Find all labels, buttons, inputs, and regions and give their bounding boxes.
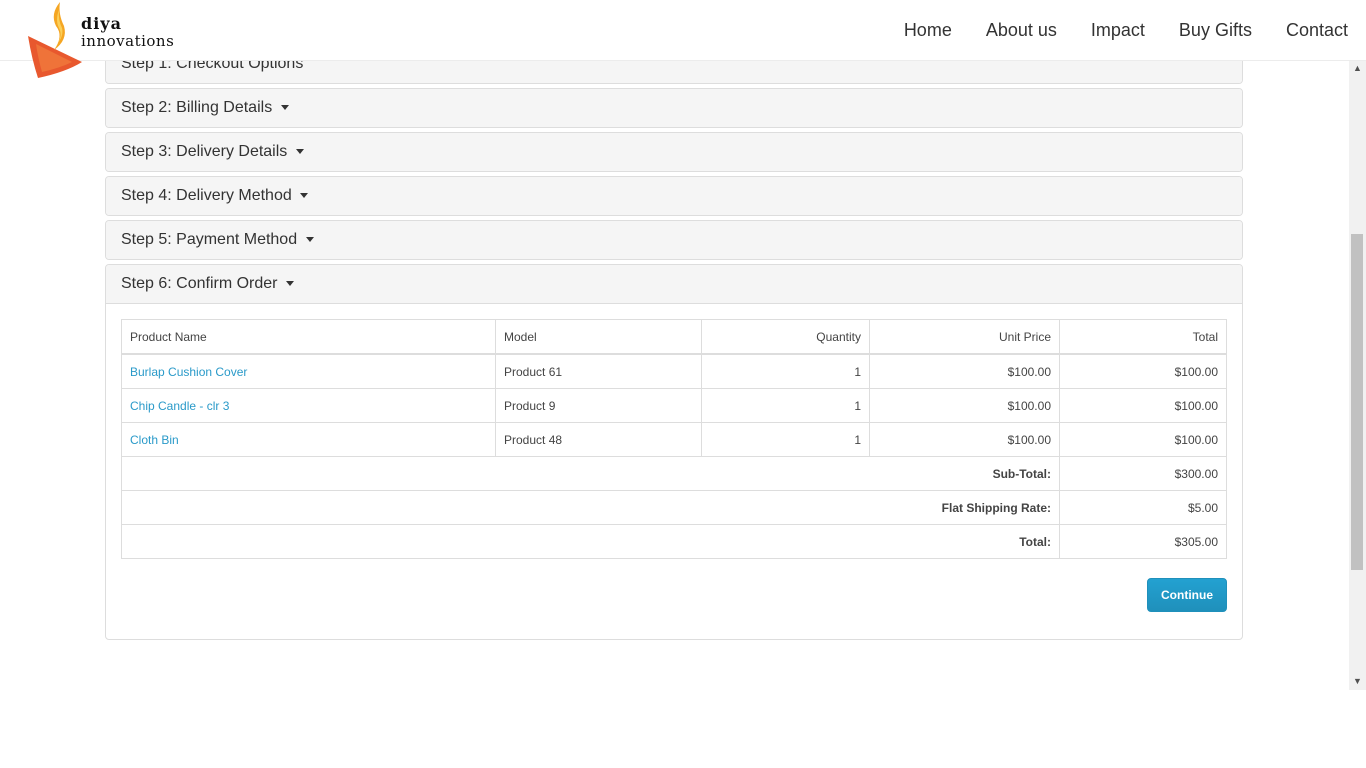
- caret-down-icon: [285, 281, 294, 287]
- nav-impact[interactable]: Impact: [1091, 19, 1145, 41]
- diya-flame-logo-icon: [28, 2, 82, 78]
- nav-contact[interactable]: Contact: [1286, 19, 1348, 41]
- shipping-label: Flat Shipping Rate:: [121, 490, 1060, 525]
- cell-quantity: 1: [701, 353, 870, 389]
- nav-buy-gifts[interactable]: Buy Gifts: [1179, 19, 1252, 41]
- confirm-order-body: Product Name Model Quantity Unit Price T…: [106, 304, 1242, 574]
- col-model: Model: [495, 319, 702, 355]
- brand-name: diya: [81, 14, 122, 33]
- step-4-panel: Step 4: Delivery Method: [105, 176, 1243, 216]
- cell-unit-price: $100.00: [869, 388, 1060, 423]
- main-nav: Home About us Impact Buy Gifts Contact: [870, 19, 1348, 41]
- step-3-heading[interactable]: Step 3: Delivery Details: [106, 133, 1242, 171]
- table-row: Burlap Cushion Cover Product 61 1 $100.0…: [121, 353, 1227, 389]
- step-5-panel: Step 5: Payment Method: [105, 220, 1243, 260]
- cell-total: $100.00: [1059, 388, 1227, 423]
- cell-model: Product 61: [495, 353, 702, 389]
- product-link[interactable]: Burlap Cushion Cover: [130, 365, 247, 379]
- cell-product-name: Cloth Bin: [121, 422, 496, 457]
- cell-model: Product 48: [495, 422, 702, 457]
- caret-down-icon: [305, 237, 314, 243]
- cell-product-name: Burlap Cushion Cover: [121, 353, 496, 389]
- cell-product-name: Chip Candle - clr 3: [121, 388, 496, 423]
- col-total: Total: [1059, 319, 1227, 355]
- cell-unit-price: $100.00: [869, 353, 1060, 389]
- cell-total: $100.00: [1059, 353, 1227, 389]
- total-row: Total: $305.00: [121, 524, 1227, 559]
- step-5-title: Step 5: Payment Method: [121, 231, 298, 248]
- subtotal-value: $300.00: [1059, 456, 1227, 491]
- col-quantity: Quantity: [701, 319, 870, 355]
- step-6-heading[interactable]: Step 6: Confirm Order: [106, 265, 1242, 304]
- col-unit-price: Unit Price: [869, 319, 1060, 355]
- step-2-title: Step 2: Billing Details: [121, 99, 273, 116]
- nav-home[interactable]: Home: [904, 19, 952, 41]
- cell-model: Product 9: [495, 388, 702, 423]
- col-product-name: Product Name: [121, 319, 496, 355]
- table-header-row: Product Name Model Quantity Unit Price T…: [121, 319, 1227, 355]
- arrow-up-icon[interactable]: ▲: [1349, 60, 1366, 77]
- step-2-heading[interactable]: Step 2: Billing Details: [106, 89, 1242, 127]
- subtotal-label: Sub-Total:: [121, 456, 1060, 491]
- step-6-title: Step 6: Confirm Order: [121, 275, 278, 292]
- order-table: Product Name Model Quantity Unit Price T…: [121, 319, 1227, 559]
- total-label: Total:: [121, 524, 1060, 559]
- cell-total: $100.00: [1059, 422, 1227, 457]
- step-4-heading[interactable]: Step 4: Delivery Method: [106, 177, 1242, 215]
- shipping-value: $5.00: [1059, 490, 1227, 525]
- nav-about-us[interactable]: About us: [986, 19, 1057, 41]
- subtotal-row: Sub-Total: $300.00: [121, 456, 1227, 491]
- cell-quantity: 1: [701, 388, 870, 423]
- site-header: diya innovations Home About us Impact Bu…: [0, 0, 1366, 78]
- step-6-panel: Step 6: Confirm Order Product Name Model…: [105, 264, 1243, 640]
- page-scrollbar[interactable]: ▲ ▼: [1349, 60, 1366, 690]
- step-3-panel: Step 3: Delivery Details: [105, 132, 1243, 172]
- product-link[interactable]: Chip Candle - clr 3: [130, 399, 229, 413]
- brand-subtitle: innovations: [81, 32, 175, 50]
- step-4-title: Step 4: Delivery Method: [121, 187, 292, 204]
- site-logo[interactable]: diya innovations: [26, 0, 176, 80]
- product-link[interactable]: Cloth Bin: [130, 433, 179, 447]
- caret-down-icon: [295, 149, 304, 155]
- table-row: Chip Candle - clr 3 Product 9 1 $100.00 …: [121, 388, 1227, 423]
- total-value: $305.00: [1059, 524, 1227, 559]
- arrow-down-icon[interactable]: ▼: [1349, 673, 1366, 690]
- cell-quantity: 1: [701, 422, 870, 457]
- table-row: Cloth Bin Product 48 1 $100.00 $100.00: [121, 422, 1227, 457]
- step-5-heading[interactable]: Step 5: Payment Method: [106, 221, 1242, 259]
- step-2-panel: Step 2: Billing Details: [105, 88, 1243, 128]
- cell-unit-price: $100.00: [869, 422, 1060, 457]
- caret-down-icon: [300, 193, 309, 199]
- shipping-row: Flat Shipping Rate: $5.00: [121, 490, 1227, 525]
- step-3-title: Step 3: Delivery Details: [121, 143, 288, 160]
- continue-button[interactable]: Continue: [1147, 578, 1227, 612]
- caret-down-icon: [280, 105, 289, 111]
- scrollbar-thumb[interactable]: [1351, 234, 1363, 570]
